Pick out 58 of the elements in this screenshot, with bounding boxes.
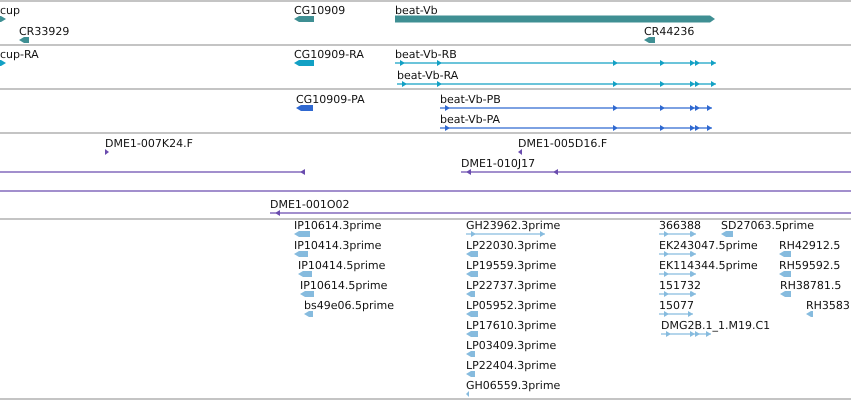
feature-label: CG10909-RA — [294, 48, 364, 61]
feature-label: LP03409.3prime — [466, 339, 556, 352]
feature-label: EK243047.5prime — [659, 239, 758, 252]
feature-label: IP10614.5prime — [300, 279, 388, 292]
feature-line[interactable] — [0, 190, 851, 192]
feature-label: CG10909 — [294, 4, 346, 17]
feature-label: DME1-007K24.F — [105, 137, 193, 150]
feature-label: RH42912.5 — [779, 239, 840, 252]
feature-arrow[interactable] — [294, 60, 314, 66]
feature-label: 151732 — [659, 279, 701, 292]
feature-line[interactable] — [0, 169, 305, 175]
feature-label: beat-Vb-RA — [397, 69, 458, 82]
feature-line[interactable] — [270, 210, 851, 216]
feature-label: LP22030.3prime — [466, 239, 556, 252]
feature-label: CG10909-PA — [296, 93, 365, 106]
feature-label: IP10614.3prime — [294, 219, 382, 232]
feature-arrow[interactable] — [518, 149, 522, 155]
feature-label: beat-Vb-PB — [440, 93, 501, 106]
feature-label: LP22737.3prime — [466, 279, 556, 292]
feature-label: beat-Vb-RB — [395, 48, 457, 61]
feature-arrow[interactable] — [0, 60, 6, 66]
feature-label: cup — [0, 4, 20, 17]
feature-label: LP17610.3prime — [466, 319, 556, 332]
feature-label: RH38781.5 — [780, 279, 842, 292]
feature-line[interactable] — [461, 169, 851, 175]
feature-label: RH3583 — [806, 299, 850, 312]
feature-label: DME1-005D16.F — [518, 137, 608, 150]
feature-label: DMG2B.1_1.M19.C1 — [661, 319, 770, 332]
feature-arrow[interactable] — [19, 37, 29, 43]
feature-arrow[interactable] — [0, 16, 6, 22]
feature-arrow[interactable] — [105, 149, 109, 155]
feature-label: SD27063.5prime — [721, 219, 814, 232]
feature-label: 366388 — [659, 219, 701, 232]
feature-label: cup-RA — [0, 48, 39, 61]
feature-line[interactable] — [395, 60, 716, 66]
feature-label: bs49e06.5prime — [304, 299, 394, 312]
feature-label: beat-Vb — [395, 4, 438, 17]
feature-label: CR44236 — [644, 25, 694, 38]
feature-label: IP10414.3prime — [294, 239, 382, 252]
feature-label: LP19559.3prime — [466, 259, 556, 272]
feature-label: RH59592.5 — [779, 259, 840, 272]
feature-line[interactable] — [440, 105, 712, 111]
feature-label: LP05952.3prime — [466, 299, 556, 312]
feature-label: CR33929 — [19, 25, 70, 38]
feature-label: GH06559.3prime — [466, 379, 560, 392]
feature-line[interactable] — [397, 81, 716, 87]
feature-label: 15077 — [659, 299, 694, 312]
feature-label: GH23962.3prime — [466, 219, 560, 232]
feature-arrow[interactable] — [294, 16, 314, 22]
feature-label: DME1-001O02 — [270, 198, 350, 211]
feature-label: LP22404.3prime — [466, 359, 556, 372]
feature-arrow[interactable] — [644, 37, 655, 43]
feature-line[interactable] — [440, 125, 712, 131]
feature-arrow[interactable] — [296, 105, 313, 111]
feature-label: IP10414.5prime — [298, 259, 386, 272]
feature-label: EK114344.5prime — [659, 259, 758, 272]
feature-label: beat-Vb-PA — [440, 113, 500, 126]
feature-label: DME1-010J17 — [461, 157, 536, 170]
